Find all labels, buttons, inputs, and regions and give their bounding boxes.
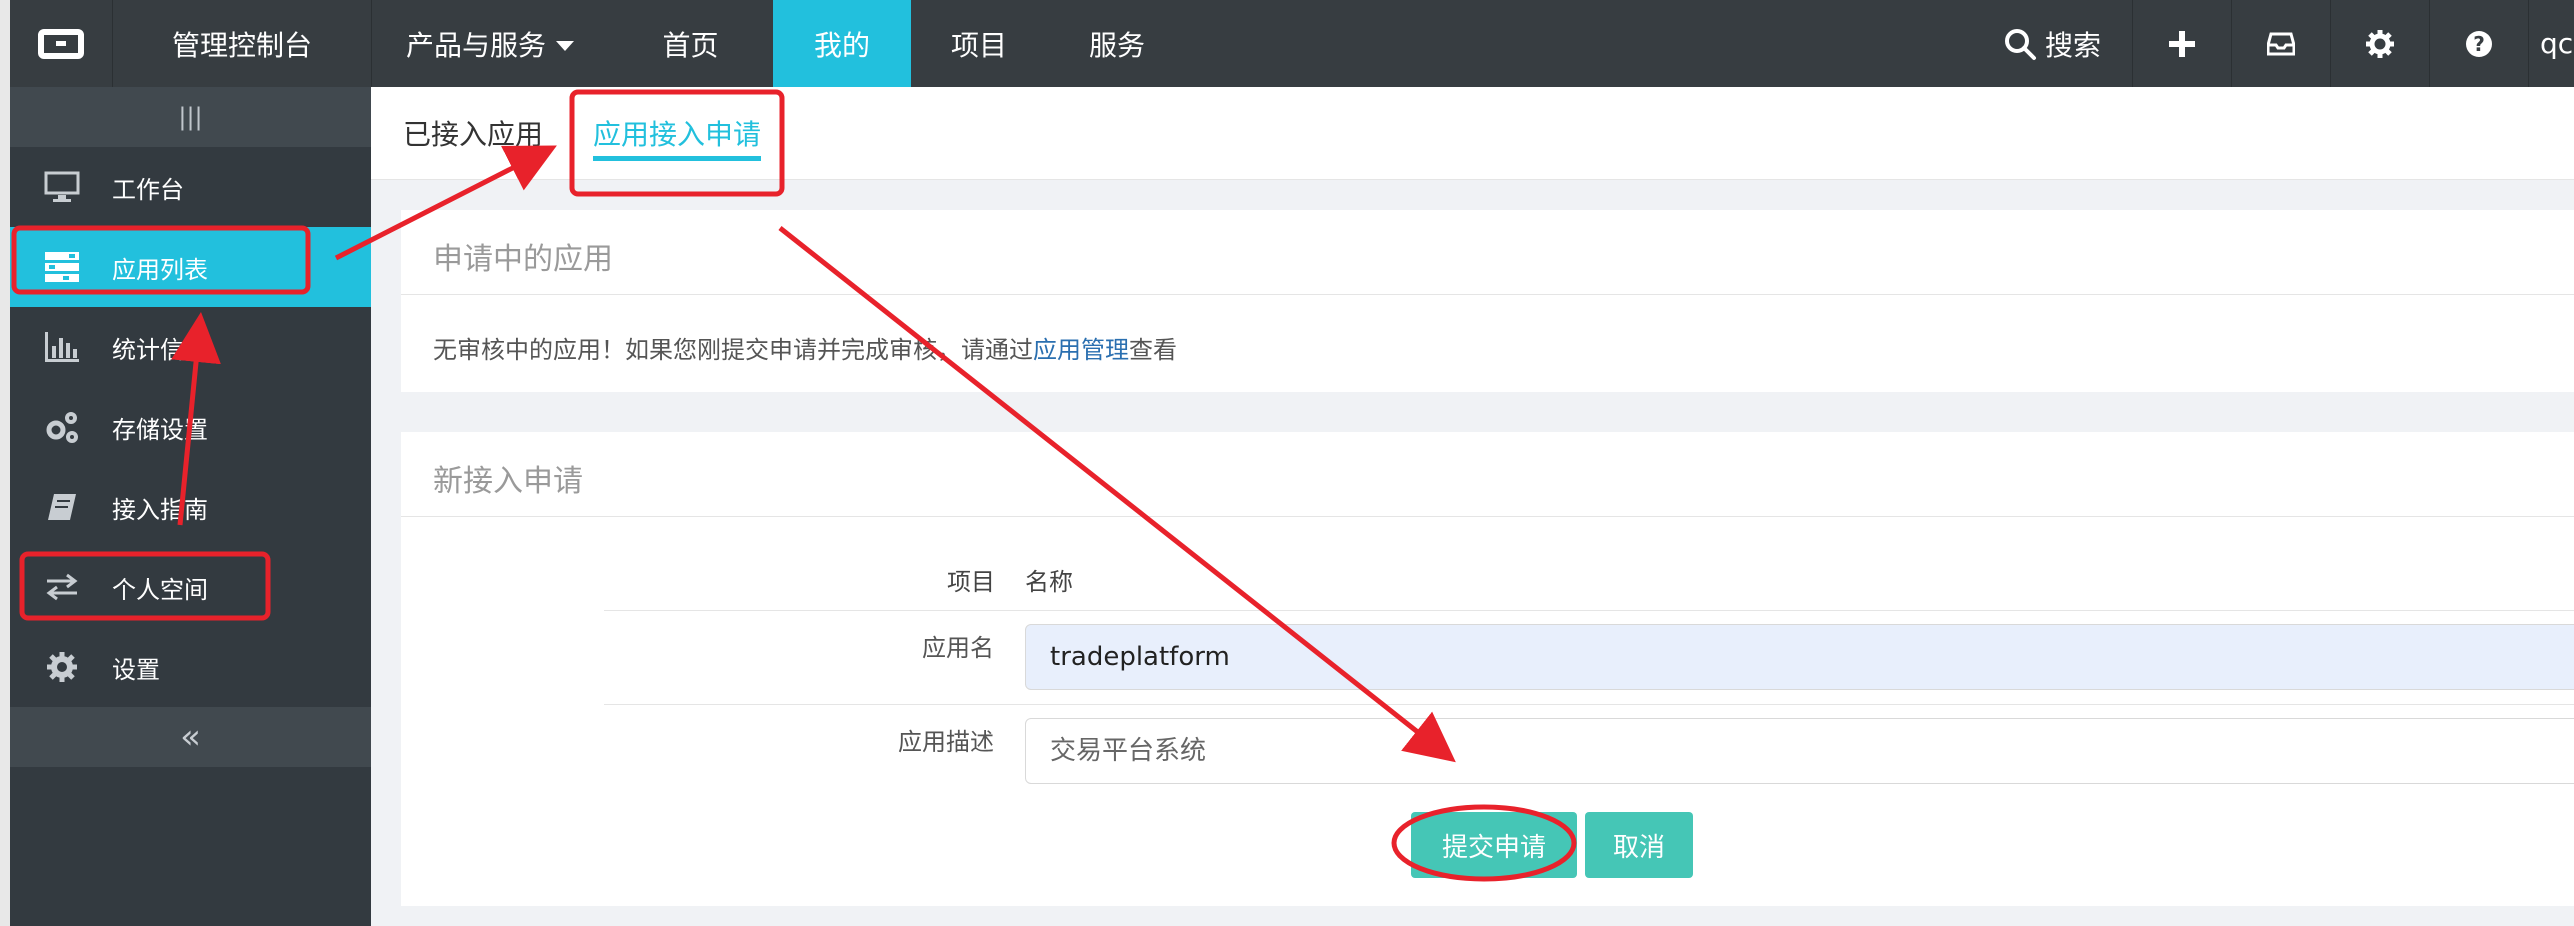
nav-home[interactable]: 首页 xyxy=(608,0,773,87)
sidebar-item-label: 个人空间 xyxy=(112,575,208,604)
book-icon xyxy=(42,487,82,527)
nav-projects[interactable]: 项目 xyxy=(911,0,1047,87)
sidebar-item-workbench[interactable]: 工作台 xyxy=(10,147,371,227)
sidebar-item-label: 存储设置 xyxy=(112,415,208,444)
inbox-icon[interactable] xyxy=(2232,0,2330,87)
column-header-item: 项目 xyxy=(947,568,995,596)
caret-down-icon xyxy=(556,40,574,51)
plus-icon[interactable] xyxy=(2133,0,2231,87)
sidebar-item-label: 应用列表 xyxy=(112,255,208,284)
sidebar-item-access-guide[interactable]: 接入指南 xyxy=(10,467,371,547)
sidebar-item-settings[interactable]: 设置 xyxy=(10,627,371,707)
top-navbar: 管理控制台 产品与服务 首页 我的 项目 服务 搜索 ? qc xyxy=(10,0,2574,87)
user-menu[interactable]: qc xyxy=(2540,0,2574,87)
help-icon[interactable]: ? xyxy=(2430,0,2528,87)
pending-notice: 无审核中的应用！如果您刚提交申请并完成审核，请通过应用管理查看 xyxy=(433,330,1177,365)
nav-products-services[interactable]: 产品与服务 xyxy=(372,0,608,87)
submit-request-button[interactable]: 提交申请 xyxy=(1411,812,1577,878)
divider xyxy=(401,516,2574,517)
column-header-name: 名称 xyxy=(1025,568,1073,596)
gears-icon xyxy=(42,407,82,447)
gear-icon xyxy=(42,647,82,687)
logo-icon[interactable] xyxy=(10,0,112,87)
pending-panel-title: 申请中的应用 xyxy=(433,242,613,277)
exchange-icon xyxy=(42,567,82,607)
sidebar-item-app-list[interactable]: 应用列表 xyxy=(10,227,371,307)
nav-products-label: 产品与服务 xyxy=(405,28,546,62)
sidebar-item-label: 工作台 xyxy=(112,175,184,204)
notice-text: 无审核中的应用！如果您刚提交申请并完成审核，请通过 xyxy=(433,336,1033,364)
tab-label: 应用接入申请 xyxy=(593,118,762,151)
monitor-icon xyxy=(42,167,82,207)
tab-app-access-request[interactable]: 应用接入申请 xyxy=(593,87,762,179)
sidebar-item-statistics[interactable]: 统计信息 xyxy=(10,307,371,387)
sidebar-collapse-button[interactable]: « xyxy=(10,707,371,767)
app-description-label: 应用描述 xyxy=(898,728,994,756)
notice-suffix: 查看 xyxy=(1129,336,1177,364)
sidebar-item-personal-space[interactable]: 个人空间 xyxy=(10,547,371,627)
gear-icon[interactable] xyxy=(2331,0,2429,87)
row-divider xyxy=(604,704,2574,705)
app-description-input[interactable] xyxy=(1025,718,2574,784)
pending-apps-panel: 申请中的应用 无审核中的应用！如果您刚提交申请并完成审核，请通过应用管理查看 xyxy=(401,210,2574,392)
tab-bar: 已接入应用 应用接入申请 xyxy=(371,87,2574,180)
app-name-label: 应用名 xyxy=(922,634,994,662)
tab-connected-apps[interactable]: 已接入应用 xyxy=(403,87,543,179)
search-button[interactable]: 搜索 xyxy=(1972,0,2132,87)
active-tab-indicator xyxy=(593,156,762,161)
sidebar-item-label: 统计信息 xyxy=(112,335,208,364)
app-name-input[interactable] xyxy=(1025,624,2574,690)
cancel-button[interactable]: 取消 xyxy=(1585,812,1693,878)
nav-services[interactable]: 服务 xyxy=(1047,0,1187,87)
search-icon xyxy=(2004,28,2036,60)
new-panel-title: 新接入申请 xyxy=(433,464,583,499)
divider xyxy=(401,294,2574,295)
app-management-link[interactable]: 应用管理 xyxy=(1033,336,1129,364)
bar-chart-icon xyxy=(42,327,82,367)
nav-mine[interactable]: 我的 xyxy=(773,0,911,87)
search-label: 搜索 xyxy=(2044,28,2101,62)
console-title[interactable]: 管理控制台 xyxy=(113,0,371,87)
new-request-panel: 新接入申请 项目 名称 应用名 应用描述 提交申请 取消 xyxy=(401,432,2574,906)
sidebar-item-label: 设置 xyxy=(112,655,160,684)
list-icon xyxy=(42,247,82,287)
sidebar-toggle[interactable]: ||| xyxy=(10,87,371,147)
sidebar-item-storage-settings[interactable]: 存储设置 xyxy=(10,387,371,467)
row-divider xyxy=(604,610,2574,611)
sidebar-item-label: 接入指南 xyxy=(112,495,208,524)
sidebar: ||| 工作台 应用列表 统计信息 存储设置 接入指南 个人空间 设置 « xyxy=(10,87,371,926)
